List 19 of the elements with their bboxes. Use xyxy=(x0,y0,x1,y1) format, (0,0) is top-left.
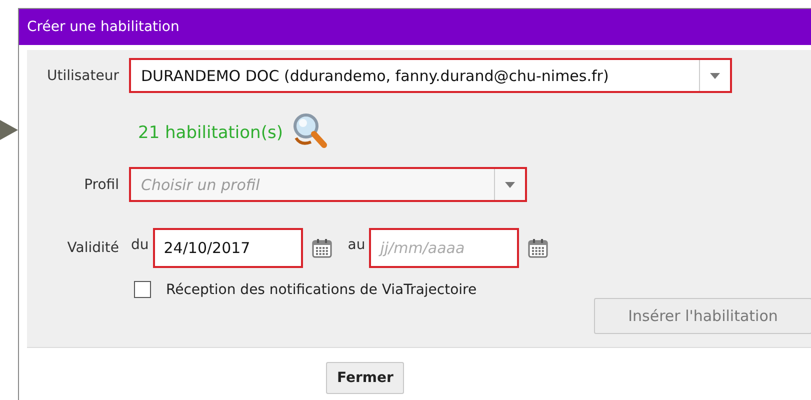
close-button[interactable]: Fermer xyxy=(326,362,404,394)
field-label: Validité xyxy=(66,240,120,256)
checkbox-label: Réception des notifications de ViaTrajectoire xyxy=(166,282,477,298)
start-date-field[interactable]: 24/10/2017 xyxy=(152,228,303,268)
window-title: Créer une habilitation xyxy=(19,9,811,45)
to-label: au xyxy=(348,237,366,253)
end-date-field[interactable]: jj/mm/aaaa xyxy=(369,228,520,268)
calendar-icon xyxy=(312,238,332,258)
count-text: 21 habilitation(s) xyxy=(138,123,283,143)
caret-icon xyxy=(710,72,720,78)
notifications-checkbox[interactable] xyxy=(134,281,151,298)
field-label: Profil xyxy=(83,176,120,192)
user-select[interactable]: DURANDEMO DOC (ddurandemo, fanny.durand@chu-nimes.fr) xyxy=(129,58,732,93)
caret-icon xyxy=(505,182,515,188)
pointer-arrow-icon xyxy=(0,120,18,140)
field-label: Utilisateur xyxy=(46,68,120,84)
calendar-icon xyxy=(528,238,548,258)
magnifier-icon xyxy=(290,112,327,150)
from-label: du xyxy=(131,237,149,253)
